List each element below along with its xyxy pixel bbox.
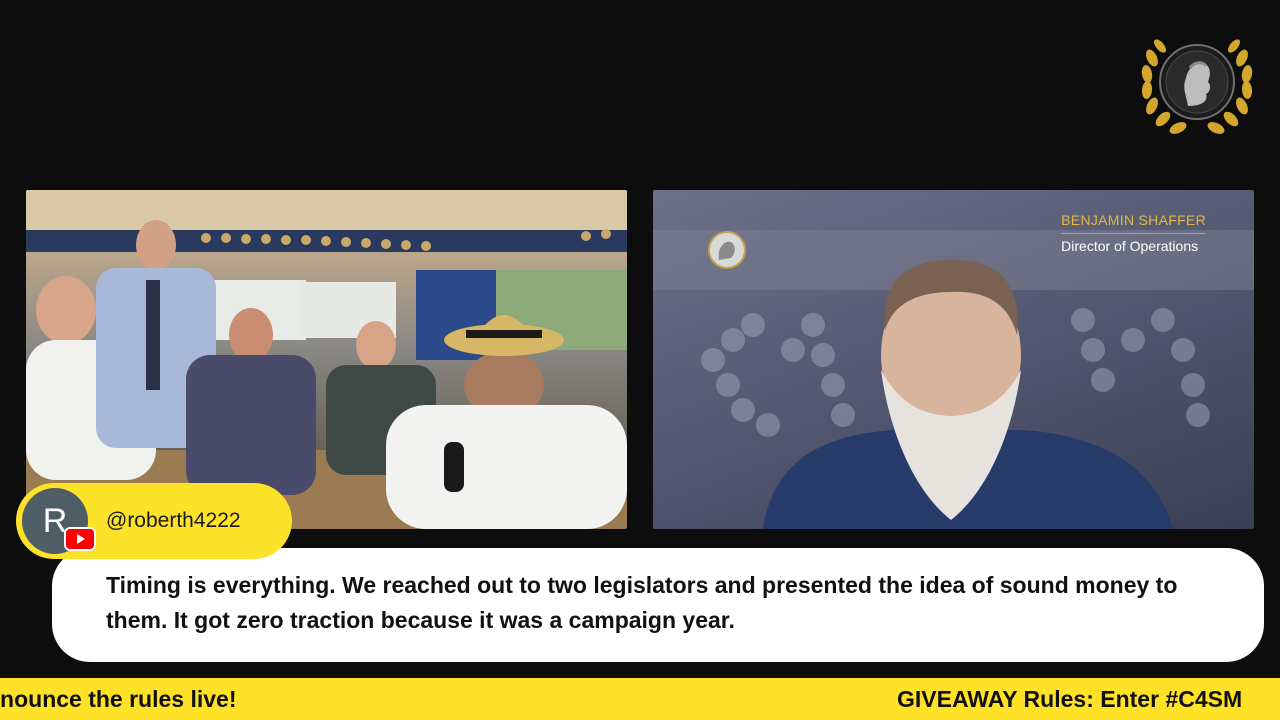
comment-author-pill: R @roberth4222 (16, 483, 292, 559)
comment-bubble: Timing is everything. We reached out to … (52, 548, 1264, 662)
comment-text: Timing is everything. We reached out to … (106, 572, 1178, 633)
left-video-feed (26, 190, 627, 529)
speaker-name: BENJAMIN SHAFFER (1061, 212, 1206, 234)
laurel-coin-logo-icon (1141, 39, 1253, 134)
bottom-ticker: nnounce the rules live! GIVEAWAY Rules: … (0, 678, 1280, 720)
comment-username: @roberth4222 (106, 509, 241, 532)
right-video-feed: BENJAMIN SHAFFER Director of Operations (653, 190, 1254, 529)
youtube-icon (64, 527, 96, 551)
speaker-nameplate: BENJAMIN SHAFFER Director of Operations (1061, 212, 1206, 254)
restaurant-scene (26, 190, 627, 529)
ticker-text-right: GIVEAWAY Rules: Enter #C4SM (897, 686, 1243, 712)
speaker-title: Director of Operations (1061, 238, 1199, 254)
ticker-text-left: nnounce the rules live! (0, 686, 237, 712)
